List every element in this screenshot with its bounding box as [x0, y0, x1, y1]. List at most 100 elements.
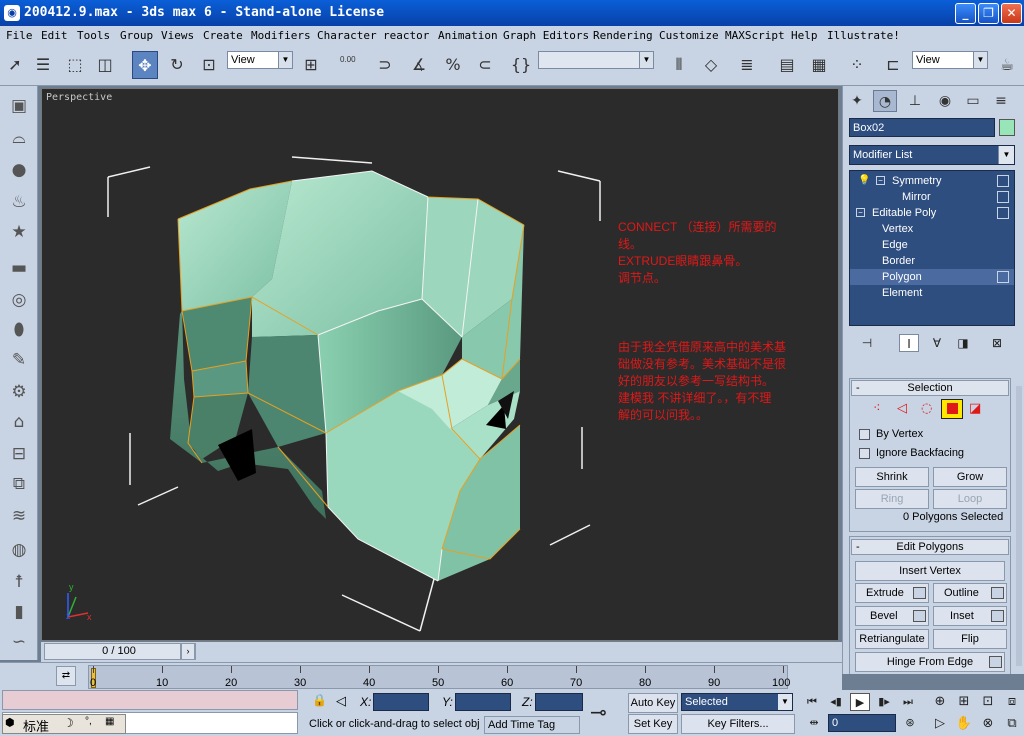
add-time-tag-button[interactable]: Add Time Tag	[484, 716, 580, 734]
retriangulate-button[interactable]: Retriangulate	[855, 629, 929, 649]
maximize-button[interactable]: ❐	[978, 3, 999, 24]
remove-modifier-icon[interactable]: ◨	[953, 334, 973, 352]
set-key-button[interactable]: Set Key	[628, 714, 678, 734]
app-icon[interactable]: ◉	[4, 5, 20, 21]
absolute-mode-icon[interactable]: ◁	[336, 693, 346, 709]
ref-coord-dropdown[interactable]: View ▼	[227, 51, 293, 69]
zoom-extents-all-icon[interactable]: ⧈	[1002, 692, 1022, 712]
hinge-from-edge-button[interactable]: Hinge From Edge	[855, 652, 1005, 672]
select-object-icon[interactable]: ➚	[2, 51, 28, 79]
auto-key-button[interactable]: Auto Key	[628, 693, 678, 713]
menu-rendering[interactable]: Rendering	[593, 29, 653, 42]
stack-item-editable-poly[interactable]: − Editable Poly	[850, 205, 1014, 221]
time-config-icon[interactable]: ⊛	[900, 714, 920, 732]
stack-toggle[interactable]	[997, 175, 1009, 187]
star-icon[interactable]: ★	[7, 220, 31, 244]
stack-item-edge[interactable]: Edge	[850, 237, 1014, 253]
render-scene-icon[interactable]: ⊏	[880, 51, 906, 79]
time-slider[interactable]: 0 / 100	[44, 643, 194, 660]
object-name-field[interactable]: Box02	[849, 118, 995, 137]
lock-icon[interactable]: 🔒	[312, 693, 327, 707]
element-mode-icon[interactable]: ◪	[969, 401, 981, 416]
go-to-end-icon[interactable]: ⏭	[898, 693, 918, 711]
plane-icon[interactable]: ⊟	[7, 442, 31, 466]
moon-icon[interactable]: ☽	[63, 716, 74, 730]
stack-toggle[interactable]	[997, 271, 1009, 283]
stack-item-polygon[interactable]: Polygon	[850, 269, 1014, 285]
gear-icon[interactable]: ⚙	[7, 380, 31, 404]
torus-icon[interactable]: ◎	[7, 288, 31, 312]
menu-graph-editors[interactable]: Graph Editors	[503, 29, 589, 42]
edge-mode-icon[interactable]: ◁	[897, 401, 907, 416]
key-selection-dropdown[interactable]: Selected ▼	[681, 693, 793, 711]
menu-reactor[interactable]: reactor	[383, 29, 429, 42]
render-view-dropdown[interactable]: View ▼	[912, 51, 988, 69]
maximize-viewport-icon[interactable]: ⧉	[1002, 714, 1022, 734]
create-tab-icon[interactable]: ✦	[845, 90, 869, 112]
shrink-button[interactable]: Shrink	[855, 467, 929, 487]
edit-polygons-rollout-header[interactable]: - Edit Polygons	[851, 539, 1009, 555]
angle-snap-icon[interactable]: ∡	[406, 51, 432, 79]
display-tab-icon[interactable]: ▭	[961, 90, 985, 112]
material-editor-icon[interactable]: ⁘	[844, 51, 870, 79]
time-next-icon[interactable]: ›	[181, 643, 195, 660]
collapse-icon[interactable]: −	[856, 208, 865, 217]
field-of-view-icon[interactable]: ▷	[930, 714, 950, 734]
rect-selection-icon[interactable]: ⬚	[62, 51, 88, 79]
zoom-all-icon[interactable]: ⊞	[954, 692, 974, 712]
selection-rollout-header[interactable]: - Selection	[851, 380, 1009, 396]
utilities-tab-icon[interactable]: ≡	[989, 90, 1013, 112]
sphere-icon[interactable]: ●	[7, 158, 31, 182]
ime-mode-label[interactable]: 标准	[23, 716, 49, 735]
polygon-mode-icon[interactable]	[941, 399, 963, 419]
outline-button[interactable]: Outline	[933, 583, 1007, 603]
settings-icon[interactable]	[991, 610, 1004, 622]
current-frame-field[interactable]: 0	[828, 714, 896, 732]
stack-item-vertex[interactable]: Vertex	[850, 221, 1014, 237]
stack-toggle[interactable]	[997, 207, 1009, 219]
collapse-icon[interactable]: −	[876, 176, 885, 185]
align-icon[interactable]: ◇	[698, 51, 724, 79]
y-coord-field[interactable]	[455, 693, 511, 711]
x-coord-field[interactable]	[373, 693, 429, 711]
prev-frame-icon[interactable]: ◂▮	[826, 693, 846, 711]
pivot-center-icon[interactable]: ⊞	[298, 51, 324, 79]
track-ruler[interactable]: 0 10 20 30 40 50 60 70 80 90 100	[88, 665, 790, 689]
settings-icon[interactable]	[913, 610, 926, 622]
modifier-list-dropdown[interactable]: Modifier List ▼	[849, 145, 1015, 165]
zoom-icon[interactable]: ⊕	[930, 692, 950, 712]
minimize-button[interactable]: _	[955, 3, 976, 24]
hierarchy-tab-icon[interactable]: ⊥	[903, 90, 927, 112]
snap-toggle-icon[interactable]: ⊃	[372, 51, 398, 79]
stack-item-element[interactable]: Element	[850, 285, 1014, 301]
perspective-viewport[interactable]: Perspective CONNECT （连接）所需要的 线。 EXTRUDE眼…	[41, 88, 839, 641]
motion-tab-icon[interactable]: ◉	[933, 90, 957, 112]
window-crossing-icon[interactable]: ◫	[92, 51, 118, 79]
settings-icon[interactable]	[991, 587, 1004, 599]
ime-icon[interactable]: ⬢	[5, 716, 15, 729]
ignore-backfacing-checkbox[interactable]	[859, 448, 870, 459]
inset-button[interactable]: Inset	[933, 606, 1007, 626]
menu-character[interactable]: Character	[317, 29, 377, 42]
menu-customize[interactable]: Customize	[659, 29, 719, 42]
key-filters-button[interactable]: Key Filters...	[681, 714, 795, 734]
key-mode-icon[interactable]: ⇹	[804, 714, 824, 732]
quick-render-icon[interactable]: ☕	[994, 51, 1020, 79]
object-color-swatch[interactable]	[999, 119, 1015, 136]
menu-animation[interactable]: Animation	[438, 29, 498, 42]
arc-rotate-icon[interactable]: ⊗	[978, 714, 998, 734]
box-icon[interactable]: ▣	[7, 94, 31, 118]
edit-named-selection-icon[interactable]: {}	[508, 51, 534, 79]
lightbulb-icon[interactable]: 💡	[858, 173, 870, 189]
loop-button[interactable]: Loop	[933, 489, 1007, 509]
stack-item-border[interactable]: Border	[850, 253, 1014, 269]
ring-button[interactable]: Ring	[855, 489, 929, 509]
insert-vertex-button[interactable]: Insert Vertex	[855, 561, 1005, 581]
border-mode-icon[interactable]: ◌	[921, 401, 932, 416]
keyboard-icon[interactable]: ▦	[105, 716, 114, 727]
zoom-extents-icon[interactable]: ⊡	[978, 692, 998, 712]
spinner-snap-icon[interactable]: ⊂	[472, 51, 498, 79]
by-vertex-checkbox[interactable]	[859, 429, 870, 440]
select-rotate-icon[interactable]: ↻	[164, 51, 190, 79]
grow-button[interactable]: Grow	[933, 467, 1007, 487]
